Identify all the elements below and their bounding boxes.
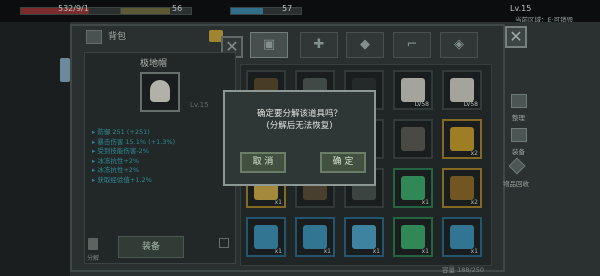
dialog-line-1: 确定要分解该道具吗？	[256, 109, 342, 119]
sort-label: 整理	[512, 114, 525, 122]
close-bag-button[interactable]: ✕	[505, 26, 527, 48]
recycle-label: 物品回收	[503, 180, 529, 188]
cancel-button[interactable]: 取 消	[240, 152, 286, 173]
character-sprite	[60, 58, 70, 82]
equipment-icon[interactable]	[511, 128, 527, 142]
equipment-label: 装备	[512, 148, 525, 156]
sort-icon[interactable]	[511, 94, 527, 108]
dialog-line-2: (分解后无法恢复)	[266, 121, 333, 131]
energy-text: 56	[172, 4, 183, 13]
level-text: Lv.15	[510, 4, 532, 13]
shield-text: 57	[282, 4, 293, 13]
confirm-button[interactable]: 确 定	[320, 152, 366, 173]
hp-text: 532/9/1	[58, 4, 89, 13]
dialog-message: 确定要分解该道具吗？ (分解后无法恢复)	[223, 108, 376, 132]
